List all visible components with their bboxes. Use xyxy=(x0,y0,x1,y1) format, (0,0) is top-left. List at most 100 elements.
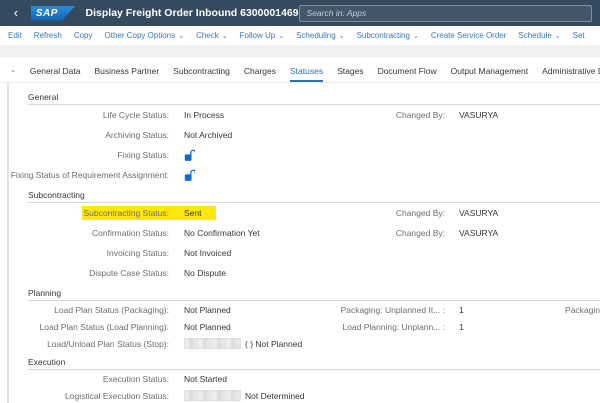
toolbar-label: Check xyxy=(196,31,219,40)
field-label: Confirmation Status: xyxy=(9,228,169,238)
toolbar-set[interactable]: Set xyxy=(573,31,585,40)
action-toolbar: Edit Refresh Copy Other Copy Options⌄ Ch… xyxy=(0,26,600,45)
tab-output-management[interactable]: Output Management xyxy=(451,66,529,82)
unlock-icon xyxy=(184,149,195,162)
field-value-text: ( ) Not Planned xyxy=(245,339,302,349)
chevron-down-icon: ⌄ xyxy=(555,33,561,40)
field-label: Load Plan Status (Load Planning): xyxy=(9,322,169,332)
row-invoicing-status: Invoicing Status: Not Invoiced xyxy=(9,243,600,263)
tab-stages[interactable]: Stages xyxy=(337,66,363,82)
field-value: No Dispute xyxy=(169,268,333,278)
section-header: Execution xyxy=(28,354,600,370)
tab-business-partner[interactable]: Business Partner xyxy=(94,66,159,82)
toolbar-label: Edit xyxy=(8,31,22,40)
field-label: Fixing Status: xyxy=(9,150,169,160)
toolbar-label: Scheduling xyxy=(296,31,336,40)
tab-subcontracting[interactable]: Subcontracting xyxy=(173,66,230,82)
field-value: VASURYA xyxy=(445,228,535,238)
toolbar-copy[interactable]: Copy xyxy=(74,31,93,40)
row-load-plan-status-load-planning: Load Plan Status (Load Planning): Not Pl… xyxy=(9,318,600,335)
page-title: Display Freight Order Inbound 6300001469 xyxy=(86,7,299,19)
field-label: Changed By: xyxy=(333,228,445,238)
section-subcontracting: Subcontracting Subcontracting Status: Se… xyxy=(9,187,600,283)
field-label: Packaging: Unplanned It... : xyxy=(333,305,445,315)
toolbar-subcontracting[interactable]: Subcontracting⌄ xyxy=(357,31,419,40)
toolbar-refresh[interactable]: Refresh xyxy=(34,31,62,40)
field-label: Dispute Case Status: xyxy=(9,268,169,278)
toolbar-scheduling[interactable]: Scheduling⌄ xyxy=(296,31,344,40)
row-load-plan-status-packaging: Load Plan Status (Packaging): Not Planne… xyxy=(9,301,600,318)
sap-logo: SAP xyxy=(31,6,76,21)
toolbar-label: Schedule xyxy=(518,31,551,40)
row-dispute-case-status: Dispute Case Status: No Dispute xyxy=(9,263,600,283)
field-value-text: Not Planned xyxy=(184,305,231,315)
field-value: Not Determined xyxy=(169,390,333,401)
field-value: No Confirmation Yet xyxy=(169,228,333,238)
tab-general-data[interactable]: General Data xyxy=(30,66,81,82)
field-label: Changed By: xyxy=(333,110,445,120)
toolbar-follow-up[interactable]: Follow Up⌄ xyxy=(240,31,284,40)
chevron-down-icon: ⌄ xyxy=(413,33,419,40)
field-value: In Process xyxy=(169,110,333,120)
toolbar-label: Copy xyxy=(74,31,93,40)
field-value: Not Planned xyxy=(169,305,333,315)
toolbar-label: Refresh xyxy=(34,31,62,40)
row-fixing-status-req-assignment: Fixing Status of Requirement Assignment: xyxy=(9,165,600,185)
tab-statuses[interactable]: Statuses xyxy=(290,66,323,82)
field-value xyxy=(169,149,333,162)
redacted-value-blur xyxy=(184,390,241,401)
field-value-text: No Dispute xyxy=(184,268,226,278)
field-label-clipped: Packagin xyxy=(535,305,600,315)
field-label: Life Cycle Status: xyxy=(9,110,169,120)
tab-bar: ⌄ General Data Business Partner Subcontr… xyxy=(0,57,600,83)
field-value-text: Not Started xyxy=(184,374,227,384)
field-label: Fixing Status of Requirement Assignment: xyxy=(9,170,169,180)
section-header: Subcontracting xyxy=(28,187,600,203)
redacted-value-blur xyxy=(184,338,241,349)
field-label: Logistical Execution Status: xyxy=(9,391,169,401)
back-icon[interactable]: ‹ xyxy=(10,6,22,19)
field-label: Load Planning: Unplann... : xyxy=(333,322,445,332)
field-value: Not Planned xyxy=(169,322,333,332)
toolbar-schedule[interactable]: Schedule ⌄ xyxy=(518,31,560,40)
tab-charges[interactable]: Charges xyxy=(244,66,276,82)
search-input[interactable] xyxy=(299,5,592,22)
field-label: Changed By: xyxy=(333,208,445,218)
field-label: Archiving Status: xyxy=(9,130,169,140)
toolbar-label: Subcontracting xyxy=(357,31,410,40)
shell-bar: ‹ SAP Display Freight Order Inbound 6300… xyxy=(0,0,600,26)
field-value xyxy=(169,169,333,182)
field-value: 1 xyxy=(445,305,535,315)
toolbar-edit[interactable]: Edit xyxy=(8,31,22,40)
chevron-down-icon: ⌄ xyxy=(278,33,284,40)
chevron-down-icon: ⌄ xyxy=(339,33,345,40)
row-subcontracting-status-highlighted: Subcontracting Status: Sent Changed By: … xyxy=(9,203,600,223)
tab-administrative-data[interactable]: Administrative Data xyxy=(542,66,600,82)
row-logistical-execution-status: Logistical Execution Status: Not Determi… xyxy=(9,387,600,403)
field-value: Sent xyxy=(169,208,333,218)
tabs-collapse-icon[interactable]: ⌄ xyxy=(10,66,16,82)
field-label: Subcontracting Status: xyxy=(9,208,169,218)
field-value-text: Not Invoiced xyxy=(184,248,231,258)
section-planning: Planning Load Plan Status (Packaging): N… xyxy=(9,285,600,352)
toolbar-other-copy-options[interactable]: Other Copy Options⌄ xyxy=(105,31,185,40)
header-divider-strip xyxy=(0,45,600,57)
toolbar-label: Other Copy Options xyxy=(105,31,176,40)
row-fixing-status: Fixing Status: xyxy=(9,145,600,165)
toolbar-create-service-order[interactable]: Create Service Order xyxy=(431,31,507,40)
field-value-text: No Confirmation Yet xyxy=(184,228,260,238)
toolbar-check[interactable]: Check⌄ xyxy=(196,31,228,40)
field-value: Not Invoiced xyxy=(169,248,333,258)
field-value: ( ) Not Planned xyxy=(169,338,333,349)
field-label: Execution Status: xyxy=(9,374,169,384)
field-value: Not Archived xyxy=(169,130,333,140)
toolbar-label: Set xyxy=(573,31,585,40)
tab-document-flow[interactable]: Document Flow xyxy=(378,66,437,82)
field-value-text: Not Planned xyxy=(184,322,231,332)
section-header: General xyxy=(28,89,600,105)
row-life-cycle-status: Life Cycle Status: In Process Changed By… xyxy=(9,105,600,125)
field-value: VASURYA xyxy=(445,208,535,218)
row-confirmation-status: Confirmation Status: No Confirmation Yet… xyxy=(9,223,600,243)
statuses-panel: General Life Cycle Status: In Process Ch… xyxy=(7,83,600,403)
field-value: Not Started xyxy=(169,374,333,384)
